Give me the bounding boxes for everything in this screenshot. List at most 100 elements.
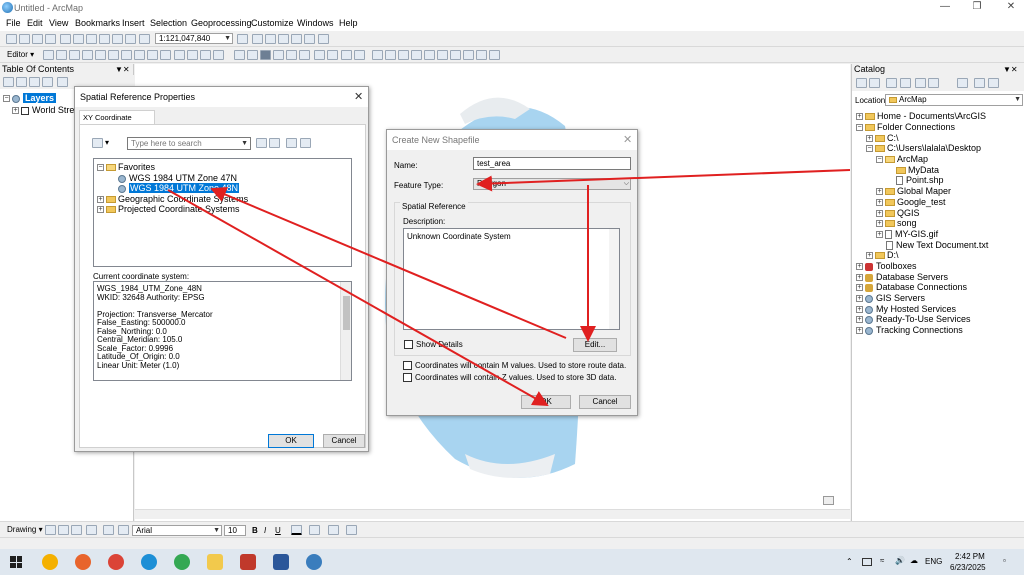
fill-color-icon[interactable] (309, 525, 320, 535)
layers-node[interactable]: − Layers (3, 93, 57, 103)
up-one-level-icon[interactable] (886, 78, 897, 88)
sketch-props-icon[interactable] (147, 50, 158, 60)
menu-windows[interactable]: Windows (297, 18, 334, 28)
chevron-down-icon[interactable]: ▾ (105, 138, 109, 147)
z-values-checkbox[interactable]: Coordinates will contain Z values. Used … (403, 373, 616, 383)
drawing-menu[interactable]: Drawing ▾ (7, 525, 43, 534)
catalog-item-tracking-connections[interactable]: + Tracking Connections (856, 325, 963, 335)
tree-favorites[interactable]: − Favorites (97, 162, 155, 172)
expand-icon[interactable]: + (856, 113, 863, 121)
bold-button[interactable]: B (252, 526, 258, 535)
tree-utm-48n[interactable]: WGS 1984 UTM Zone 48N (118, 183, 240, 193)
save-icon[interactable] (32, 34, 43, 44)
expand-icon[interactable]: + (876, 199, 883, 207)
filter-icon[interactable] (92, 138, 103, 148)
identify-icon[interactable] (385, 50, 396, 60)
show-details-checkbox[interactable]: Show Details (404, 340, 463, 350)
edit-vertices-icon[interactable] (118, 525, 129, 535)
zoom-in-icon[interactable] (234, 50, 245, 60)
straight-segment-icon[interactable] (200, 50, 211, 60)
font-family-select[interactable]: Arial ▼ (132, 525, 222, 536)
fixed-zoom-out-icon[interactable] (299, 50, 310, 60)
close-icon[interactable]: ✕ (623, 133, 632, 146)
italic-button[interactable]: I (264, 526, 266, 535)
app-icon[interactable] (240, 554, 256, 570)
delete-icon[interactable] (99, 34, 110, 44)
collapse-icon[interactable]: − (97, 164, 104, 172)
pin-icon[interactable]: ▼✕ (115, 65, 130, 74)
favorites-star-icon[interactable] (300, 138, 311, 148)
paste-icon[interactable] (86, 34, 97, 44)
catalog-item-ready-to-use[interactable]: + Ready-To-Use Services (856, 314, 971, 324)
sketch-tool-icon[interactable] (56, 50, 67, 60)
shapefile-name-input[interactable]: test_area (473, 157, 631, 170)
srp-ok-button[interactable]: OK (268, 434, 314, 448)
model-builder-icon[interactable] (318, 34, 329, 44)
goto-xy-icon[interactable] (463, 50, 474, 60)
font-color-icon[interactable] (291, 525, 302, 535)
list-by-source-icon[interactable] (16, 77, 27, 87)
list-by-selection-icon[interactable] (42, 77, 53, 87)
collapse-icon[interactable]: − (876, 156, 883, 164)
cut-icon[interactable] (60, 34, 71, 44)
collapse-icon[interactable]: − (866, 145, 873, 153)
arc-segment-icon[interactable] (213, 50, 224, 60)
copy-icon[interactable] (73, 34, 84, 44)
windows-start-icon[interactable] (10, 556, 22, 568)
catalog-item-gis-servers[interactable]: + GIS Servers (856, 293, 925, 303)
forward-extent-icon[interactable] (327, 50, 338, 60)
editor-toolbar-icon[interactable] (237, 34, 248, 44)
toc-window-icon[interactable] (252, 34, 263, 44)
menu-bookmarks[interactable]: Bookmarks (75, 18, 120, 28)
volume-icon[interactable]: 🔊 (895, 556, 905, 565)
forward-icon[interactable] (869, 78, 880, 88)
arcmap-taskbar-icon[interactable] (306, 554, 322, 570)
chrome-icon[interactable] (108, 554, 124, 570)
menu-geoprocessing[interactable]: Geoprocessing (191, 18, 252, 28)
cns-ok-button[interactable]: OK (521, 395, 571, 409)
select-elements-icon[interactable] (45, 525, 56, 535)
notification-icon[interactable]: ▫ (1003, 556, 1006, 565)
scale-combo[interactable]: 1:121,047,840 ▼ (155, 33, 233, 44)
firefox-icon[interactable] (75, 554, 91, 570)
trace-tool-icon[interactable] (187, 50, 198, 60)
hyperlink-icon[interactable] (398, 50, 409, 60)
catalog-item-home[interactable]: + Home - Documents\ArcGIS (856, 111, 986, 121)
expand-icon[interactable]: + (866, 252, 873, 260)
rectangle-icon[interactable] (86, 525, 97, 535)
vertex-tool-icon[interactable] (69, 50, 80, 60)
catalog-item-c-drive[interactable]: + C:\ (866, 133, 899, 143)
clock-time[interactable]: 2:42 PM (955, 552, 985, 561)
expand-icon[interactable]: + (856, 263, 863, 271)
menu-file[interactable]: File (6, 18, 21, 28)
wifi-icon[interactable]: ≈ (880, 556, 884, 565)
map-refresh-icon[interactable] (823, 496, 834, 505)
cns-cancel-button[interactable]: Cancel (579, 395, 631, 409)
feature-type-select[interactable]: Polygon ⌵ (473, 178, 631, 190)
open-icon[interactable] (19, 34, 30, 44)
catalog-item-global-maper[interactable]: + Global Maper (876, 186, 951, 196)
select-elements-icon[interactable] (372, 50, 383, 60)
tree-utm-47n[interactable]: WGS 1984 UTM Zone 47N (118, 173, 237, 183)
restore-icon[interactable]: ❐ (970, 1, 984, 15)
layer-visibility-checkbox[interactable] (21, 106, 29, 115)
collapse-icon[interactable]: − (3, 95, 10, 103)
cs-vertical-scrollbar[interactable] (340, 282, 351, 380)
edit-annotation-icon[interactable] (174, 50, 185, 60)
menu-customize[interactable]: Customize (251, 18, 294, 28)
catalog-item-new-text-document[interactable]: New Text Document.txt (886, 240, 988, 251)
pan-icon[interactable] (260, 50, 271, 60)
network-icon[interactable]: ☁ (910, 556, 918, 565)
text-icon[interactable] (103, 525, 114, 535)
select-features-icon[interactable] (341, 50, 352, 60)
expand-icon[interactable]: + (856, 306, 863, 314)
expand-icon[interactable]: + (876, 210, 883, 218)
catalog-item-desktop[interactable]: − C:\Users\lalala\Desktop (866, 143, 981, 153)
create-features-icon[interactable] (160, 50, 171, 60)
catalog-item-mydata[interactable]: MyData (896, 165, 939, 175)
new-icon[interactable] (6, 34, 17, 44)
word-icon[interactable] (273, 554, 289, 570)
attributes-icon[interactable] (134, 50, 145, 60)
expand-icon[interactable]: + (97, 206, 104, 214)
list-by-drawing-order-icon[interactable] (3, 77, 14, 87)
